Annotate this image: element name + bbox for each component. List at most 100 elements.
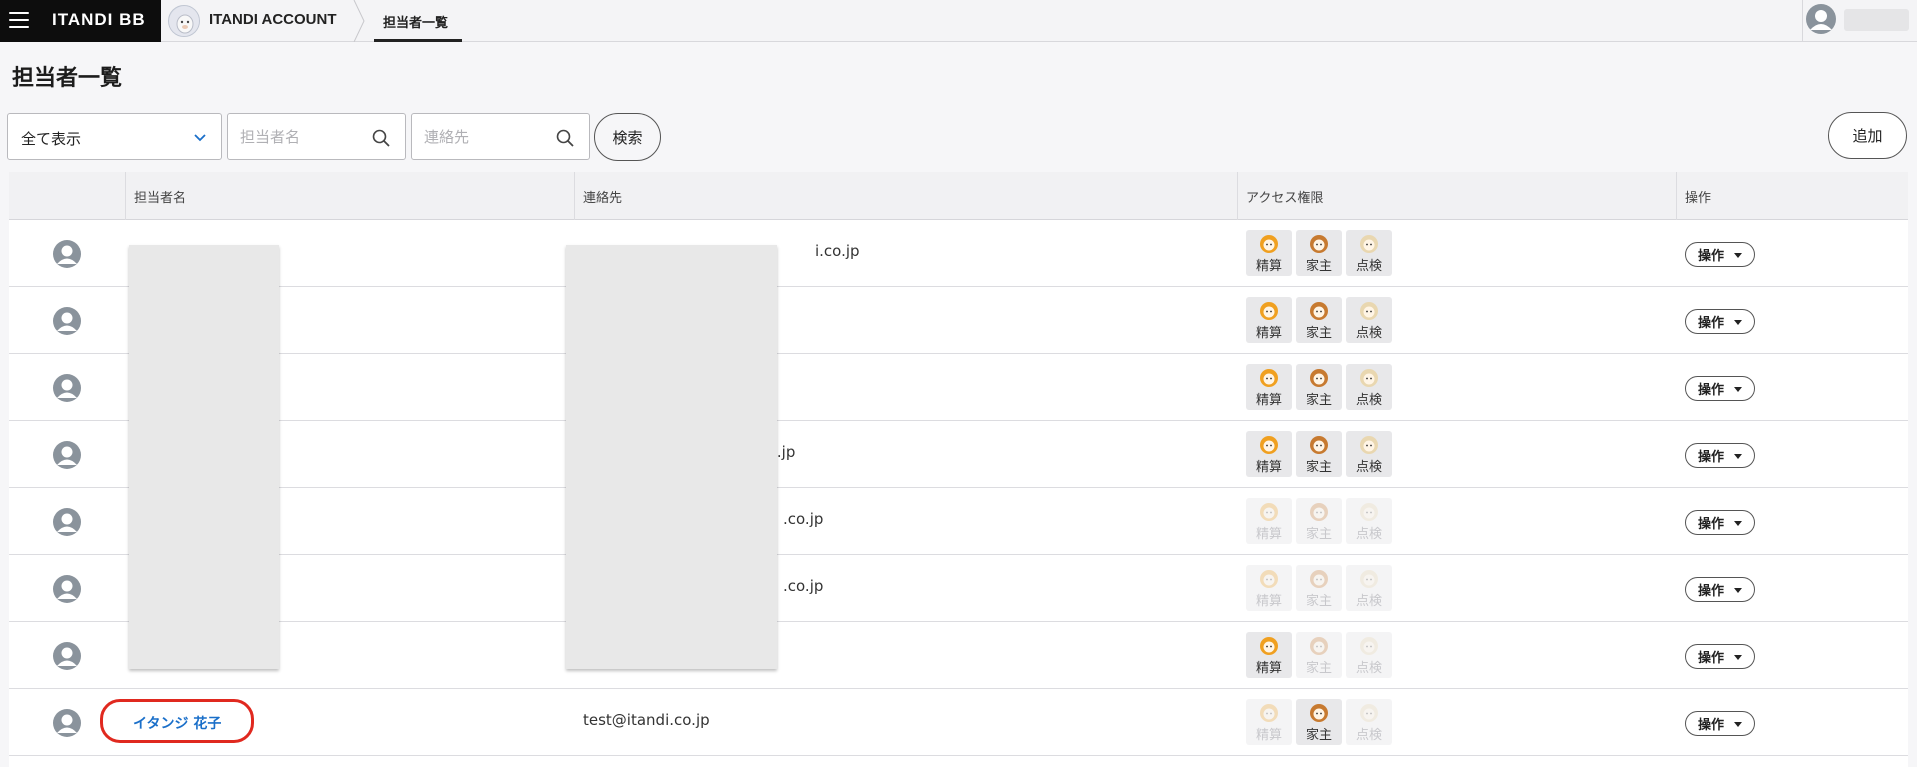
perm-yanushi[interactable]: 家主: [1296, 364, 1342, 410]
hamburger-menu-icon[interactable]: [9, 11, 29, 29]
perm-label: 家主: [1305, 393, 1332, 408]
account-switcher[interactable]: ITANDI ACCOUNT: [161, 0, 361, 42]
perm-tenken-icon: [1360, 503, 1378, 521]
chevron-down-icon: [194, 134, 206, 142]
perm-yanushi[interactable]: 家主: [1296, 565, 1342, 611]
perm-tenken-icon: [1360, 369, 1378, 387]
actions-dropdown-button[interactable]: 操作: [1685, 644, 1755, 669]
perm-seisan[interactable]: 精算: [1246, 699, 1292, 745]
tab-staff-list[interactable]: 担当者一覧: [374, 0, 462, 42]
table-header: 担当者名 連絡先 アクセス権限 操作: [9, 172, 1908, 220]
perm-tenken[interactable]: 点検: [1346, 498, 1392, 544]
actions-dropdown-button[interactable]: 操作: [1685, 443, 1755, 468]
user-avatar-icon[interactable]: [1806, 4, 1836, 34]
perm-label: 家主: [1305, 460, 1332, 475]
perm-yanushi-icon: [1310, 570, 1328, 588]
brand-logo[interactable]: ITANDI BB: [52, 10, 146, 30]
contact-search-input[interactable]: [424, 126, 544, 148]
search-icon[interactable]: [555, 128, 575, 148]
actions-dropdown-button[interactable]: 操作: [1685, 376, 1755, 401]
perm-yanushi[interactable]: 家主: [1296, 699, 1342, 745]
perm-label: 家主: [1305, 326, 1332, 341]
actions-dropdown-button[interactable]: 操作: [1685, 711, 1755, 736]
page-title: 担当者一覧: [12, 66, 123, 91]
perm-seisan-icon: [1260, 302, 1278, 320]
perm-yanushi-icon: [1310, 704, 1328, 722]
caret-down-icon: [1734, 655, 1742, 660]
perm-label: 精算: [1255, 460, 1282, 475]
caret-down-icon: [1734, 722, 1742, 727]
perm-label: 点検: [1355, 594, 1382, 609]
perm-tenken[interactable]: 点検: [1346, 431, 1392, 477]
perm-seisan-icon: [1260, 704, 1278, 722]
actions-dropdown-button[interactable]: 操作: [1685, 309, 1755, 334]
perm-label: 精算: [1255, 259, 1282, 274]
perm-tenken[interactable]: 点検: [1346, 565, 1392, 611]
perm-label: 家主: [1305, 594, 1332, 609]
table-row: 精算 家主 点検 操作: [9, 622, 1908, 689]
table-row: i.co.jp 精算 家主 点検 操作: [9, 220, 1908, 287]
user-avatar-icon: [53, 374, 81, 402]
perm-tenken[interactable]: 点検: [1346, 297, 1392, 343]
user-avatar-icon: [53, 307, 81, 335]
perm-seisan[interactable]: 精算: [1246, 297, 1292, 343]
perm-seisan-icon: [1260, 637, 1278, 655]
perm-yanushi-icon: [1310, 235, 1328, 253]
caret-down-icon: [1734, 588, 1742, 593]
perm-tenken[interactable]: 点検: [1346, 699, 1392, 745]
perm-tenken-icon: [1360, 637, 1378, 655]
add-button[interactable]: 追加: [1828, 112, 1907, 159]
name-search-input[interactable]: [240, 126, 360, 148]
name-search-field[interactable]: [227, 113, 406, 160]
account-label: ITANDI ACCOUNT: [209, 11, 337, 28]
perm-label: 精算: [1255, 527, 1282, 542]
actions-dropdown-button[interactable]: 操作: [1685, 242, 1755, 267]
perm-yanushi[interactable]: 家主: [1296, 431, 1342, 477]
staff-contact: i.co.jp: [815, 242, 860, 260]
perm-tenken[interactable]: 点検: [1346, 230, 1392, 276]
perm-label: 精算: [1255, 393, 1282, 408]
perm-yanushi[interactable]: 家主: [1296, 297, 1342, 343]
perm-yanushi-icon: [1310, 637, 1328, 655]
caret-down-icon: [1734, 454, 1742, 459]
perm-yanushi[interactable]: 家主: [1296, 632, 1342, 678]
perm-seisan[interactable]: 精算: [1246, 498, 1292, 544]
brand-area: ITANDI BB: [0, 0, 161, 42]
perm-seisan[interactable]: 精算: [1246, 565, 1292, 611]
actions-dropdown-button[interactable]: 操作: [1685, 577, 1755, 602]
perm-yanushi[interactable]: 家主: [1296, 498, 1342, 544]
perm-label: 点検: [1355, 393, 1382, 408]
contact-search-field[interactable]: [411, 113, 590, 160]
search-icon[interactable]: [371, 128, 391, 148]
highlight-annotation: [100, 699, 254, 743]
perm-tenken-icon: [1360, 235, 1378, 253]
perm-label: 点検: [1355, 728, 1382, 743]
scope-select[interactable]: 全て表示: [7, 113, 222, 160]
perm-label: 精算: [1255, 728, 1282, 743]
perm-tenken[interactable]: 点検: [1346, 632, 1392, 678]
perm-seisan[interactable]: 精算: [1246, 364, 1292, 410]
search-button[interactable]: 検索: [594, 113, 661, 161]
staff-contact: .co.jp: [783, 510, 824, 528]
table-row: p精算家主点検操作: [9, 354, 1908, 421]
perm-label: 点検: [1355, 259, 1382, 274]
perm-seisan-icon: [1260, 503, 1278, 521]
caret-down-icon: [1734, 253, 1742, 258]
column-header-contact: 連絡先: [574, 172, 1237, 220]
perm-seisan[interactable]: 精算: [1246, 632, 1292, 678]
perm-label: 精算: [1255, 594, 1282, 609]
perm-label: 家主: [1305, 527, 1332, 542]
perm-label: 家主: [1305, 259, 1332, 274]
redacted-contacts-overlay: [566, 245, 777, 669]
tab-staff-list-label: 担当者一覧: [383, 16, 449, 31]
staff-contact: .co.jp: [783, 577, 824, 595]
redacted-names-overlay: [129, 245, 279, 669]
top-bar: ITANDI BB ITANDI ACCOUNT 担当者一覧: [0, 0, 1917, 42]
perm-label: 点検: [1355, 527, 1382, 542]
actions-dropdown-button[interactable]: 操作: [1685, 510, 1755, 535]
table-row: .co.jp 精算 家主 点検 操作: [9, 488, 1908, 555]
perm-tenken[interactable]: 点検: [1346, 364, 1392, 410]
perm-seisan[interactable]: 精算: [1246, 230, 1292, 276]
perm-yanushi[interactable]: 家主: [1296, 230, 1342, 276]
perm-seisan[interactable]: 精算: [1246, 431, 1292, 477]
